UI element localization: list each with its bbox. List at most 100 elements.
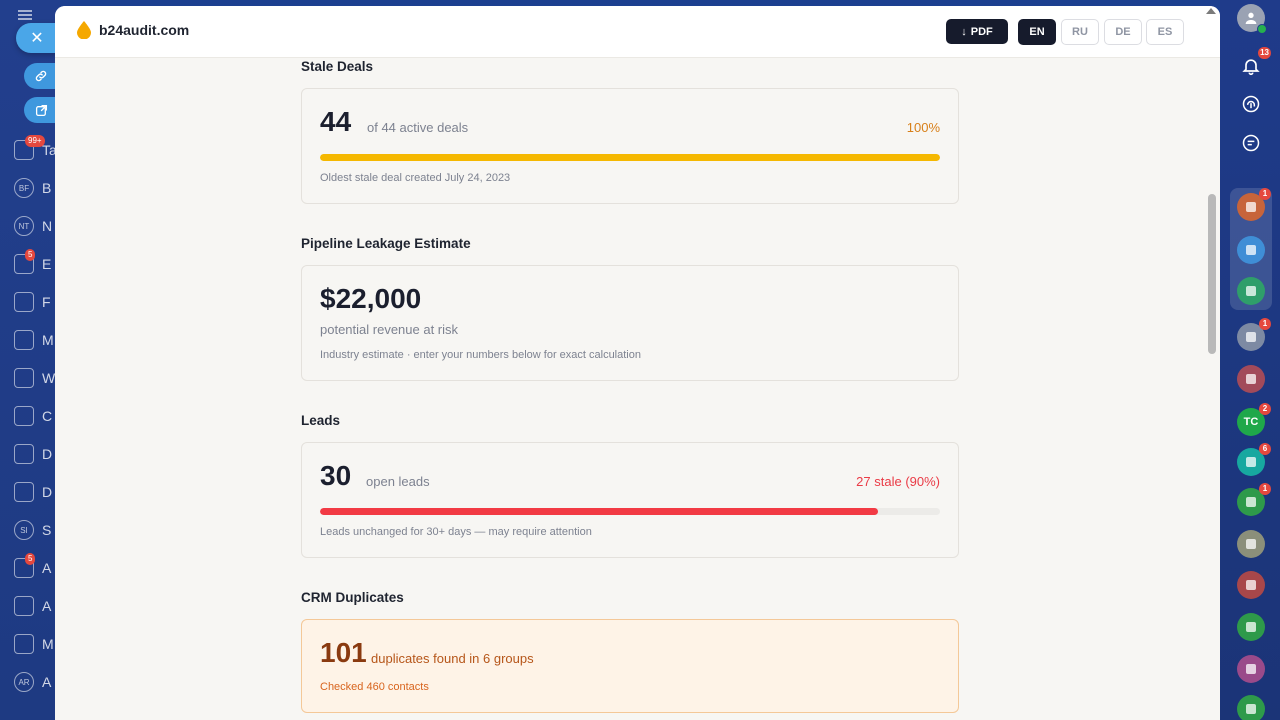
- right-sidebar-lock-5[interactable]: [1237, 695, 1265, 720]
- stale-deals-count: 44: [320, 106, 352, 137]
- lock-icon: [1246, 497, 1256, 507]
- fingerprint-button[interactable]: [1237, 90, 1265, 118]
- right-sidebar-badge: 1: [1259, 483, 1271, 495]
- right-sidebar-contact-card[interactable]: [1237, 365, 1265, 393]
- duplicates-count: 101: [320, 637, 367, 668]
- menu-icon[interactable]: [18, 10, 32, 12]
- arrow-down-icon: ↓: [961, 25, 967, 38]
- leads-card: 30 open leads 27 stale (90%) Leads uncha…: [301, 442, 959, 558]
- nav-label: M: [42, 636, 54, 652]
- background-nav-item[interactable]: NT N: [14, 214, 60, 238]
- background-nav-item[interactable]: D: [14, 442, 60, 466]
- notifications-button[interactable]: 13: [1237, 47, 1271, 80]
- nav-icon: [14, 330, 34, 350]
- bell-icon: [1242, 59, 1260, 76]
- nav-icon: [14, 596, 34, 616]
- download-pdf-button[interactable]: ↓ PDF: [946, 19, 1008, 44]
- background-nav-item[interactable]: M: [14, 328, 60, 352]
- nav-icon: 5: [14, 249, 36, 274]
- nav-label: S: [42, 522, 52, 538]
- copy-link-button[interactable]: [24, 63, 58, 89]
- nav-icon: 99+: [14, 135, 45, 160]
- brand-name: b24audit.com: [99, 22, 190, 38]
- avatar-icon: [1246, 202, 1256, 212]
- chat-search-button[interactable]: [1237, 129, 1265, 157]
- nav-badge: 5: [25, 249, 36, 261]
- background-nav-item[interactable]: A: [14, 594, 60, 618]
- nav-icon: AR: [14, 672, 34, 692]
- nav-badge: 5: [25, 553, 36, 565]
- duplicates-count-label: duplicates found in 6 groups: [371, 651, 534, 666]
- lang-de-button[interactable]: DE: [1104, 19, 1142, 45]
- lang-es-button[interactable]: ES: [1146, 19, 1184, 45]
- pipeline-title: Pipeline Leakage Estimate: [301, 236, 471, 251]
- close-button[interactable]: ✕: [16, 23, 58, 53]
- scroll-up-arrow-icon[interactable]: [1206, 8, 1216, 14]
- background-nav-item[interactable]: 99+ Ta: [14, 135, 60, 162]
- user-icon: [1245, 12, 1257, 24]
- external-link-icon: [35, 104, 47, 116]
- lang-ru-button[interactable]: RU: [1061, 19, 1099, 45]
- nav-label: N: [42, 218, 53, 234]
- nav-badge: 99+: [25, 135, 45, 147]
- background-nav-item[interactable]: F: [14, 290, 60, 314]
- right-sidebar-lock-3[interactable]: [1237, 613, 1265, 641]
- duplicates-note: Checked 460 contacts: [320, 681, 429, 693]
- right-sidebar-document[interactable]: [1237, 277, 1265, 305]
- background-nav-item[interactable]: 5E: [14, 249, 60, 276]
- lang-en-button[interactable]: EN: [1018, 19, 1056, 45]
- right-sidebar-lock-2[interactable]: [1237, 571, 1265, 599]
- background-nav-item[interactable]: SI S: [14, 518, 60, 542]
- background-nav-item[interactable]: BF B: [14, 176, 60, 200]
- modal-header: b24audit.com ↓ PDF EN RU DE ES: [55, 6, 1220, 58]
- background-nav-item[interactable]: C: [14, 404, 60, 428]
- right-sidebar-badge: 1: [1259, 188, 1271, 200]
- duplicates-title: CRM Duplicates: [301, 590, 404, 605]
- right-sidebar-badge: 1: [1259, 318, 1271, 330]
- nav-icon: [14, 482, 34, 502]
- nav-icon: [14, 292, 34, 312]
- right-sidebar-avatar-3[interactable]: [1237, 530, 1265, 558]
- pipeline-amount-label: potential revenue at risk: [320, 322, 459, 337]
- nav-icon: [14, 368, 34, 388]
- open-new-window-button[interactable]: [24, 97, 58, 123]
- right-sidebar-bookmark[interactable]: [1237, 236, 1265, 264]
- right-sidebar-badge: 6: [1259, 443, 1271, 455]
- avatar-icon: [1246, 539, 1256, 549]
- leads-title: Leads: [301, 413, 341, 428]
- drop-logo-icon: [77, 21, 91, 39]
- background-nav-item[interactable]: M: [14, 632, 60, 656]
- bookmark-icon: [1246, 245, 1256, 255]
- pipeline-card: $22,000 potential revenue at risk Indust…: [301, 265, 959, 381]
- close-icon: ✕: [30, 30, 44, 47]
- leads-progress-fill: [320, 508, 878, 515]
- nav-label: B: [42, 180, 52, 196]
- nav-label: D: [42, 446, 53, 462]
- right-sidebar-avatar-1[interactable]: 1: [1237, 188, 1271, 221]
- right-sidebar-avatar-2[interactable]: 1: [1237, 318, 1271, 351]
- notifications-badge: 13: [1258, 47, 1271, 59]
- stale-deals-card: 44 of 44 active deals 100% Oldest stale …: [301, 88, 959, 204]
- background-nav-item[interactable]: AR A: [14, 670, 60, 694]
- nav-label: A: [42, 674, 52, 690]
- nav-label: W: [42, 370, 56, 386]
- right-sidebar-lock-1[interactable]: 1: [1237, 483, 1271, 516]
- lock-icon: [1246, 580, 1256, 590]
- background-nav-item[interactable]: D: [14, 480, 60, 504]
- background-nav-item[interactable]: W: [14, 366, 60, 390]
- right-sidebar-tc[interactable]: TC 2: [1237, 403, 1271, 436]
- chat-icon: [1242, 134, 1260, 152]
- right-sidebar-phone[interactable]: 6: [1237, 443, 1271, 476]
- nav-icon: 5: [14, 553, 36, 578]
- right-sidebar-lock-4[interactable]: [1237, 655, 1265, 683]
- background-nav-item[interactable]: 5A: [14, 553, 60, 580]
- phone-icon: [1246, 457, 1256, 467]
- user-avatar[interactable]: [1237, 4, 1267, 34]
- lock-icon: [1246, 664, 1256, 674]
- leads-note: Leads unchanged for 30+ days — may requi…: [320, 526, 592, 538]
- nav-label: M: [42, 332, 54, 348]
- stale-deals-percent: 100%: [906, 120, 940, 135]
- scrollbar-thumb[interactable]: [1208, 194, 1216, 354]
- stale-deals-title: Stale Deals: [301, 59, 374, 74]
- nav-label: F: [42, 294, 51, 310]
